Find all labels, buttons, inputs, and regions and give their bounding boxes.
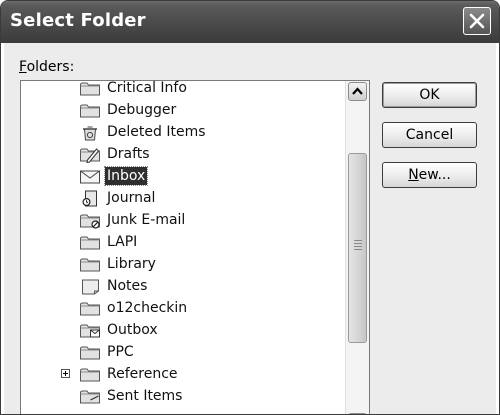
cancel-button[interactable]: Cancel bbox=[382, 122, 477, 148]
drafts-icon bbox=[80, 148, 100, 163]
folder-tree[interactable]: Critical Info Debugger Deleted Items Drafts… bbox=[20, 80, 370, 414]
deleted-items-icon bbox=[83, 126, 97, 141]
journal-icon bbox=[82, 190, 97, 207]
tree-item[interactable]: Sent Items bbox=[21, 385, 346, 407]
tree-item[interactable]: Debugger bbox=[21, 99, 346, 121]
tree-item-label: Outbox bbox=[107, 322, 158, 338]
title-bar: Select Folder bbox=[1, 1, 499, 43]
tree-item[interactable]: Deleted Items bbox=[21, 121, 346, 143]
tree-item-label: Journal bbox=[107, 190, 156, 206]
tree-item-label: Inbox bbox=[103, 166, 149, 186]
tree-item-label: Reference bbox=[107, 366, 178, 382]
tree-item[interactable]: Junk E-mail bbox=[21, 209, 346, 231]
inbox-icon bbox=[80, 170, 100, 184]
outbox-icon bbox=[80, 324, 100, 338]
tree-item[interactable]: Reference bbox=[21, 363, 346, 385]
close-button[interactable] bbox=[463, 7, 491, 35]
folder-icon bbox=[80, 258, 100, 272]
tree-item[interactable]: Critical Info bbox=[21, 80, 346, 99]
tree-item[interactable]: LAPI bbox=[21, 231, 346, 253]
notes-icon bbox=[82, 279, 99, 295]
tree-item-label: Critical Info bbox=[107, 80, 187, 96]
tree-item-label: PPC bbox=[107, 344, 134, 360]
folder-icon bbox=[80, 82, 100, 96]
tree-item-label: Sent Items bbox=[107, 388, 183, 404]
scroll-thumb[interactable] bbox=[348, 153, 367, 343]
folder-icon bbox=[80, 368, 100, 382]
tree-item[interactable]: Inbox bbox=[21, 165, 346, 187]
tree-item-label: Junk E-mail bbox=[107, 212, 186, 228]
tree-item-label: Notes bbox=[107, 278, 148, 294]
scroll-up-arrow-icon bbox=[352, 87, 363, 95]
tree-item-label: Deleted Items bbox=[107, 124, 206, 140]
tree-item-label: o12checkin bbox=[107, 300, 188, 316]
tree-item[interactable]: Drafts bbox=[21, 143, 346, 165]
tree-item-label: Library bbox=[107, 256, 156, 272]
tree-item-label: Debugger bbox=[107, 102, 177, 118]
sent-items-icon bbox=[80, 390, 100, 404]
folder-icon bbox=[80, 302, 100, 316]
junk-email-icon bbox=[80, 214, 100, 229]
new-folder-button[interactable]: New... bbox=[382, 162, 477, 188]
folder-icon bbox=[80, 346, 100, 360]
vertical-scrollbar[interactable] bbox=[345, 81, 369, 414]
folder-icon bbox=[80, 104, 100, 118]
expand-plus-icon[interactable] bbox=[61, 369, 70, 378]
tree-item[interactable]: o12checkin bbox=[21, 297, 346, 319]
tree-item[interactable]: Journal bbox=[21, 187, 346, 209]
dialog-body: Folders: Critical Info Debugger Deleted It… bbox=[4, 43, 496, 414]
tree-item[interactable]: Library bbox=[21, 253, 346, 275]
tree-item-label: LAPI bbox=[107, 234, 138, 250]
tree-item[interactable]: Notes bbox=[21, 275, 346, 297]
folders-label: Folders: bbox=[19, 59, 75, 75]
dialog-title: Select Folder bbox=[10, 10, 146, 31]
folder-tree-items: Critical Info Debugger Deleted Items Drafts… bbox=[21, 80, 346, 407]
close-icon bbox=[469, 13, 485, 29]
tree-item[interactable]: Outbox bbox=[21, 319, 346, 341]
folder-icon bbox=[80, 236, 100, 250]
ok-button[interactable]: OK bbox=[382, 82, 477, 108]
tree-item[interactable]: PPC bbox=[21, 341, 346, 363]
select-folder-dialog: Select Folder Folders: Critical Info Debu… bbox=[0, 0, 500, 415]
tree-item-label: Drafts bbox=[107, 146, 150, 162]
scroll-up-button[interactable] bbox=[348, 82, 367, 101]
